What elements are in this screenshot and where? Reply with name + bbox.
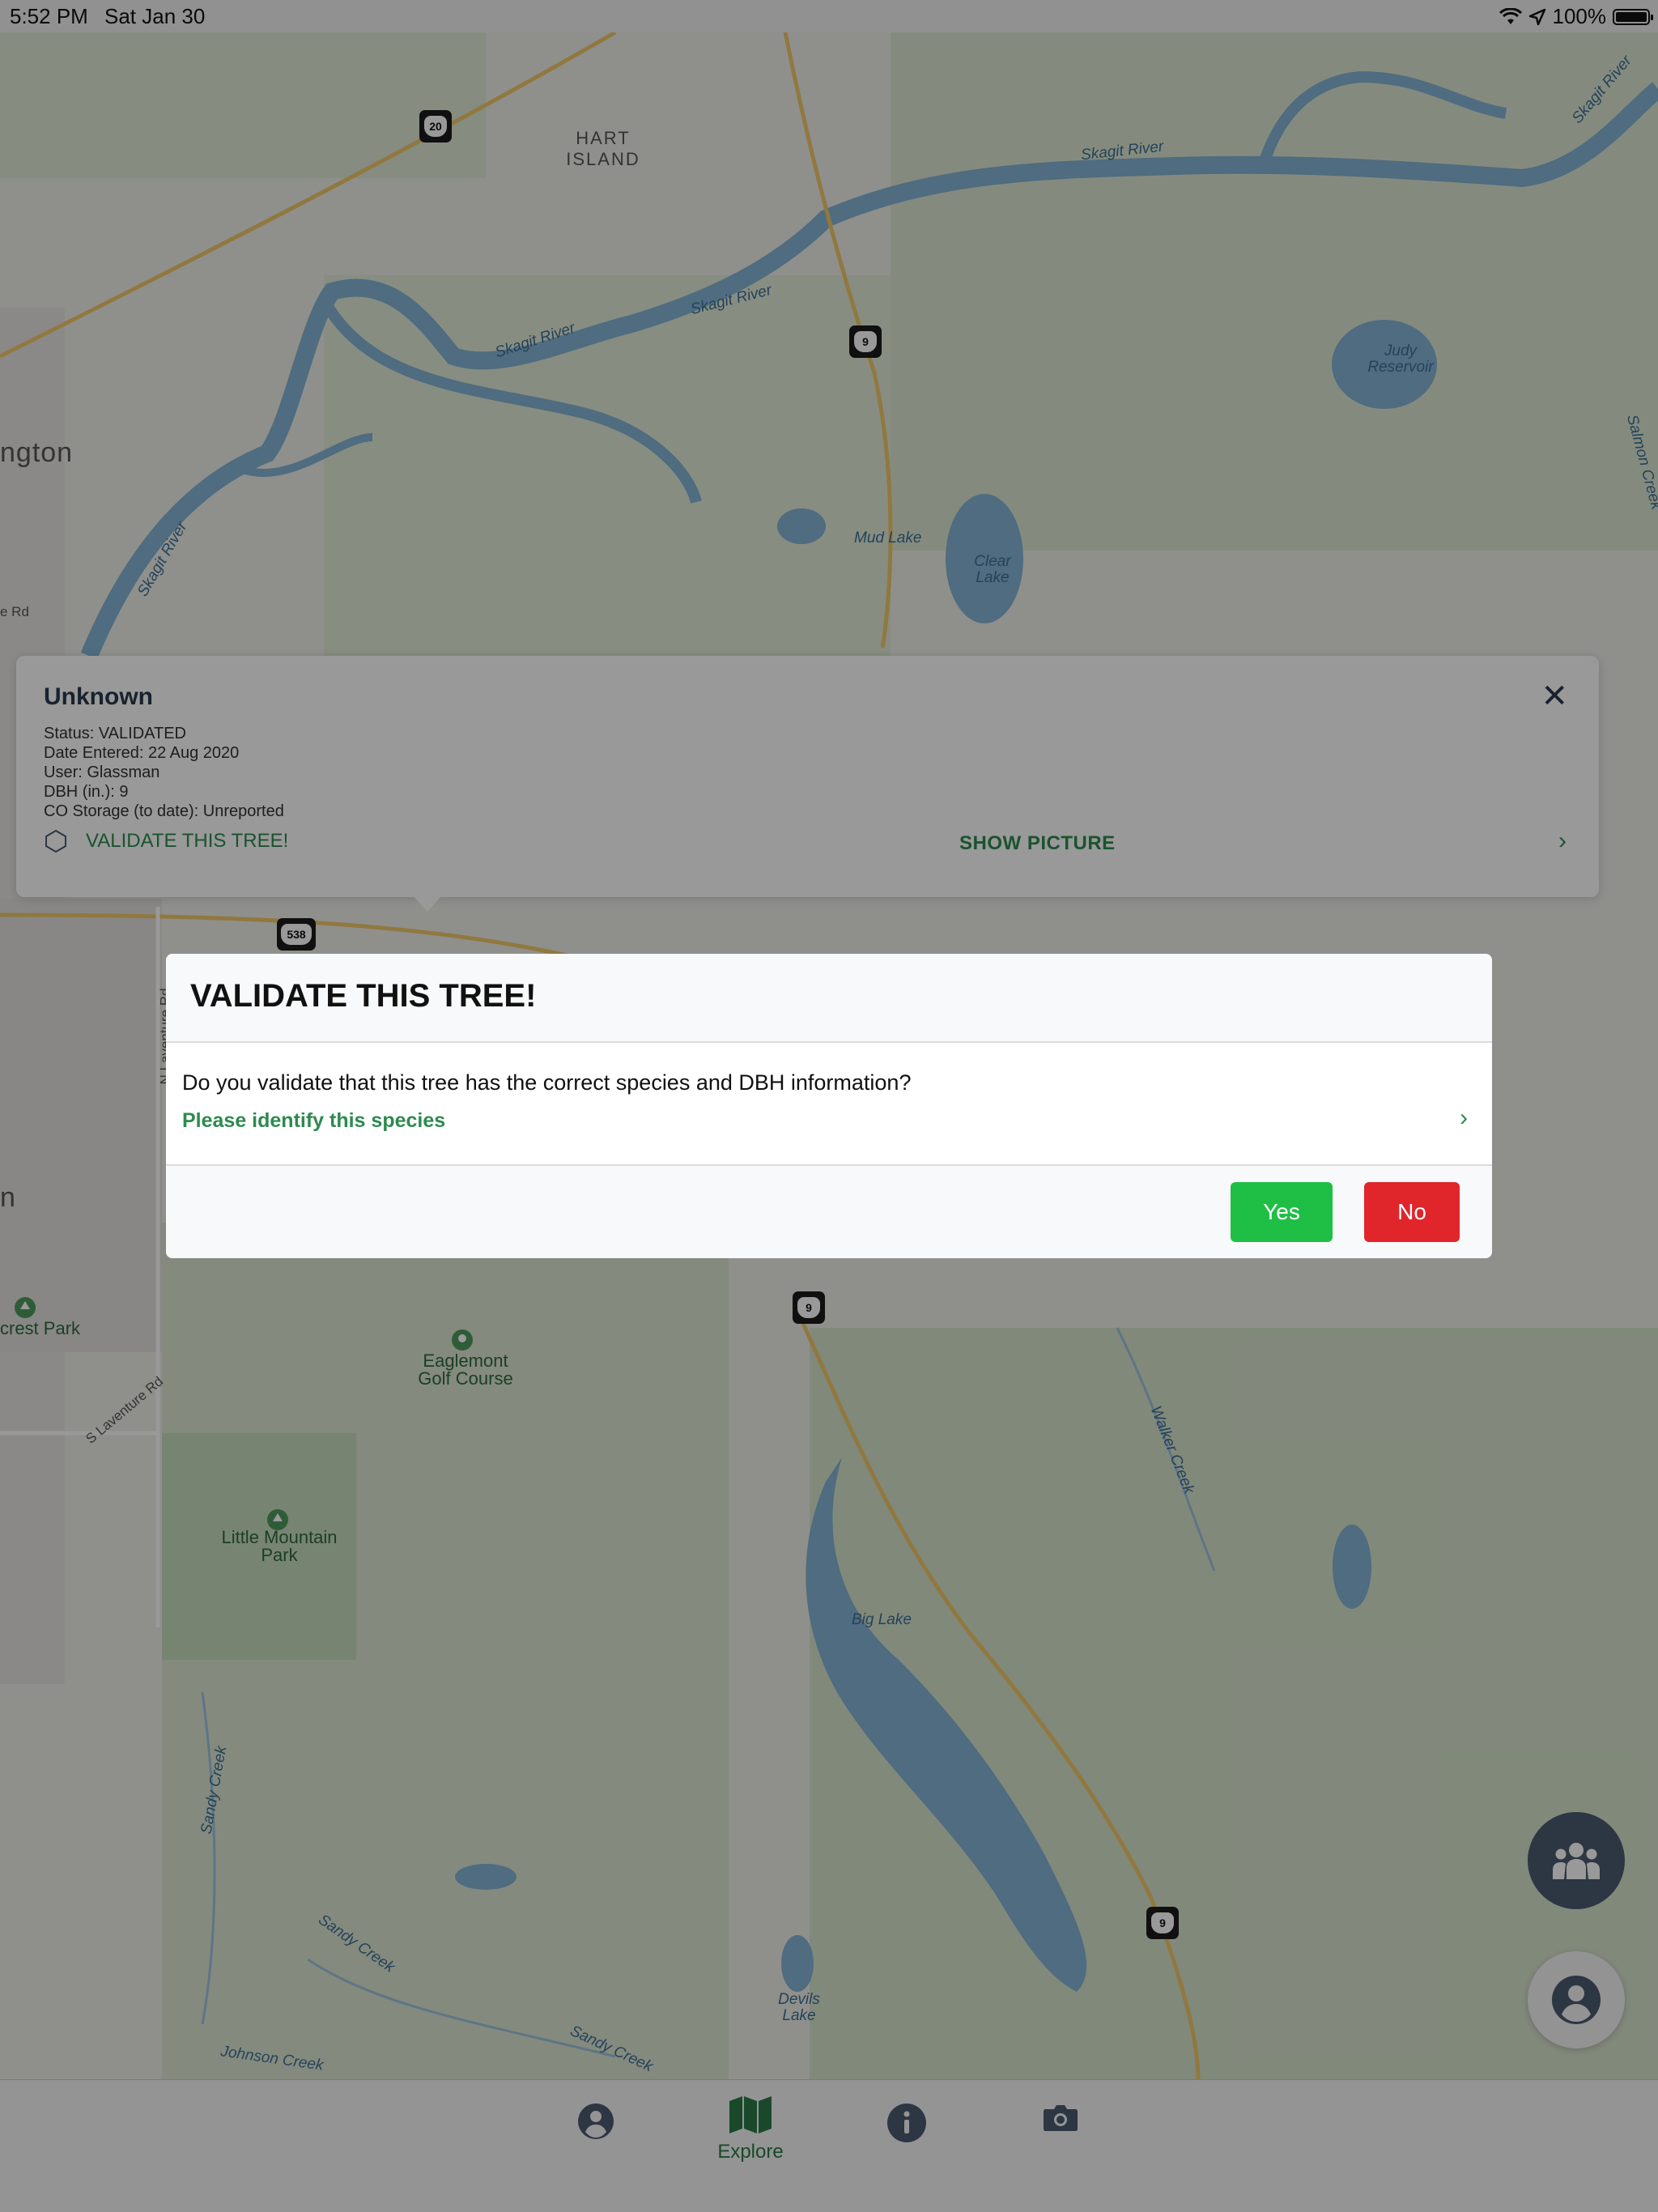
users-group-icon — [1553, 1843, 1600, 1879]
park-pin-icon — [267, 1509, 288, 1530]
tab-camera[interactable] — [1012, 2103, 1109, 2138]
modal-footer: Yes No — [166, 1166, 1492, 1258]
map-label-water: Mud Lake — [854, 530, 922, 547]
hexagon-icon — [45, 829, 66, 853]
map-label-place: HART ISLAND — [566, 128, 640, 169]
highway-shield: 9 — [793, 1291, 825, 1324]
tree-date-entered: Date Entered: 22 Aug 2020 — [44, 744, 240, 762]
no-button[interactable]: No — [1364, 1182, 1460, 1242]
map-label-water: Big Lake — [852, 1611, 912, 1628]
tree-title: Unknown — [44, 683, 153, 710]
highway-shield: 20 — [419, 110, 452, 143]
status-time: 5:52 PM — [10, 4, 88, 28]
tree-status: Status: VALIDATED — [44, 725, 186, 742]
status-bar: 5:52 PM Sat Jan 30 100% — [0, 0, 1658, 32]
tab-explore[interactable]: Explore — [702, 2095, 799, 2163]
status-right: 100% — [1499, 4, 1653, 29]
highway-shield: 538 — [277, 918, 316, 951]
modal-header: VALIDATE THIS TREE! — [166, 954, 1492, 1043]
location-arrow-icon — [1528, 8, 1545, 25]
map-label-park: Little Mountain Park — [221, 1527, 338, 1565]
map-label-place: n — [0, 1182, 16, 1213]
wifi-icon — [1499, 7, 1522, 24]
map-label-water: Judy Reservoir — [1367, 342, 1434, 376]
app-screen: 5:52 PM Sat Jan 30 100% HART ISLAND ngto… — [0, 0, 1658, 2212]
community-button[interactable] — [1528, 1812, 1625, 1909]
tree-details: Status: VALIDATED Date Entered: 22 Aug 2… — [44, 724, 284, 821]
map-label-park: crest Park — [0, 1318, 81, 1338]
status-date: Sat Jan 30 — [104, 4, 206, 28]
map-label-place: ngton — [0, 437, 74, 468]
tab-bar: Explore — [0, 2079, 1658, 2212]
chevron-right-icon[interactable]: › — [1558, 827, 1567, 855]
validate-modal: VALIDATE THIS TREE! Do you validate that… — [166, 954, 1492, 1258]
validate-tree-label: VALIDATE THIS TREE! — [86, 830, 289, 852]
show-picture-button[interactable]: SHOW PICTURE — [959, 832, 1116, 855]
tree-user: User: Glassman — [44, 764, 160, 781]
highway-shield: 9 — [1146, 1907, 1179, 1939]
modal-body: Do you validate that this tree has the c… — [166, 1043, 1492, 1166]
map-label-road: e Rd — [0, 604, 29, 619]
identify-species-link[interactable]: Please identify this species — [182, 1109, 445, 1133]
yes-button[interactable]: Yes — [1231, 1182, 1333, 1242]
modal-question: Do you validate that this tree has the c… — [182, 1070, 912, 1095]
tab-explore-label: Explore — [717, 2141, 784, 2163]
park-pin-icon — [15, 1297, 36, 1318]
battery-percent: 100% — [1552, 4, 1607, 28]
chevron-right-icon[interactable]: › — [1460, 1104, 1468, 1132]
map-icon — [729, 2096, 772, 2133]
battery-icon — [1613, 8, 1653, 25]
close-icon[interactable]: ✕ — [1541, 680, 1568, 713]
tab-profile[interactable] — [547, 2103, 644, 2146]
validate-tree-link[interactable]: VALIDATE THIS TREE! — [44, 829, 288, 853]
user-circle-icon — [578, 2104, 614, 2139]
park-pin-icon — [452, 1329, 473, 1351]
map-label-water: Devils Lake — [778, 1991, 820, 2024]
map-label-water: Clear Lake — [974, 553, 1011, 586]
map-label-park: Eaglemont Golf Course — [418, 1351, 513, 1389]
tree-co-storage: CO Storage (to date): Unreported — [44, 802, 284, 820]
card-pointer — [413, 895, 442, 912]
info-circle-icon — [887, 2104, 926, 2142]
tab-info[interactable] — [858, 2103, 955, 2149]
modal-title: VALIDATE THIS TREE! — [190, 978, 537, 1014]
camera-icon — [1044, 2105, 1078, 2131]
user-circle-icon — [1552, 1976, 1601, 2024]
profile-button[interactable] — [1528, 1951, 1625, 2048]
highway-shield: 9 — [849, 325, 882, 358]
tree-dbh: DBH (in.): 9 — [44, 783, 129, 801]
tree-info-card: Unknown ✕ Status: VALIDATED Date Entered… — [16, 656, 1599, 897]
